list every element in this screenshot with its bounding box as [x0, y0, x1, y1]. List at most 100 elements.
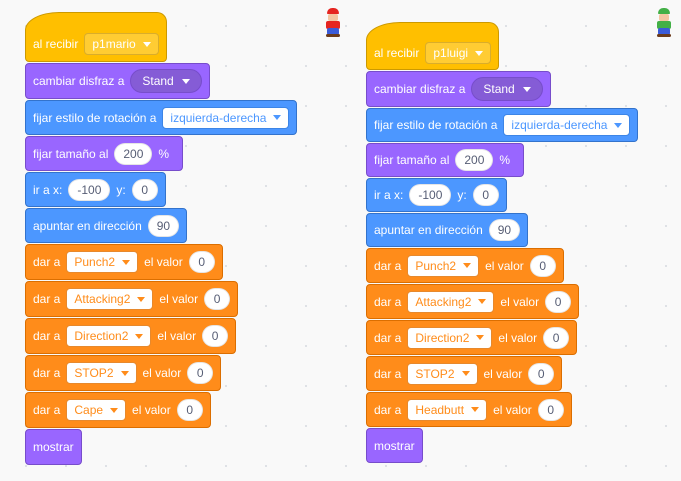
direction-input[interactable]: 90: [147, 214, 180, 237]
variable-dropdown[interactable]: Headbutt: [407, 398, 488, 421]
variable-dropdown[interactable]: STOP2: [407, 362, 478, 385]
set-variable-block[interactable]: dar a Attacking2 el valor 0: [366, 284, 580, 319]
direction-input[interactable]: 90: [488, 219, 521, 241]
go-to-xy-block[interactable]: ir a x: -100 y: 0: [25, 172, 166, 207]
block-label: fijar tamaño al: [33, 146, 109, 161]
set-variable-block[interactable]: dar a Attacking2 el valor 0: [25, 281, 239, 317]
variable-name: STOP2: [74, 366, 114, 380]
variable-name: Cape: [74, 403, 104, 417]
set-variable-block[interactable]: dar a Direction2 el valor 0: [366, 320, 578, 355]
value-label: el valor: [142, 366, 182, 380]
value-input[interactable]: 0: [204, 288, 231, 310]
set-variable-block[interactable]: dar a Punch2 el valor 0: [25, 244, 223, 280]
chevron-down-icon: [120, 370, 129, 376]
costume-name: Stand: [142, 74, 174, 88]
script-luigi[interactable]: al recibir p1luigi cambiar disfraz a Sta…: [366, 22, 639, 463]
switch-costume-block[interactable]: cambiar disfraz a Stand: [25, 63, 210, 99]
variable-dropdown[interactable]: Punch2: [407, 254, 480, 277]
value-label: el valor: [483, 366, 523, 381]
value-label: el valor: [485, 258, 524, 273]
value-input[interactable]: 0: [188, 251, 215, 273]
y-input[interactable]: 0: [472, 184, 499, 206]
set-rotation-style-block[interactable]: fijar estilo de rotación a izquierda-der…: [25, 100, 298, 135]
block-label: dar a: [33, 292, 61, 306]
set-variable-block[interactable]: dar a Direction2 el valor 0: [25, 318, 237, 354]
value-label: el valor: [159, 292, 199, 306]
variable-name: Direction2: [415, 330, 470, 345]
message-name: p1mario: [92, 37, 136, 51]
block-label: mostrar: [33, 440, 74, 454]
costume-dropdown[interactable]: Stand: [471, 77, 543, 101]
block-label: fijar estilo de rotación a: [33, 110, 157, 125]
chevron-down-icon: [142, 41, 151, 47]
rotation-style-dropdown[interactable]: izquierda-derecha: [503, 114, 631, 136]
chevron-down-icon: [476, 335, 485, 340]
variable-name: Attacking2: [74, 292, 131, 306]
set-variable-block[interactable]: dar a STOP2 el valor 0: [366, 356, 563, 391]
value-input[interactable]: 0: [529, 254, 556, 277]
block-label: dar a: [374, 402, 402, 417]
variable-dropdown[interactable]: Punch2: [66, 251, 139, 273]
value-input[interactable]: 0: [537, 398, 564, 421]
when-i-receive-block[interactable]: al recibir p1mario: [25, 12, 167, 62]
variable-dropdown[interactable]: Direction2: [66, 325, 152, 347]
switch-costume-block[interactable]: cambiar disfraz a Stand: [366, 71, 551, 107]
value-input[interactable]: 0: [543, 326, 570, 349]
y-input[interactable]: 0: [131, 178, 158, 201]
variable-dropdown[interactable]: Cape: [66, 399, 127, 421]
set-rotation-style-block[interactable]: fijar estilo de rotación a izquierda-der…: [366, 108, 639, 142]
value-input[interactable]: 0: [528, 362, 555, 385]
set-variable-block[interactable]: dar a STOP2 el valor 0: [25, 355, 222, 391]
block-label: dar a: [374, 258, 402, 273]
chevron-down-icon: [135, 333, 144, 339]
value-input[interactable]: 0: [202, 325, 229, 347]
costume-name: Stand: [483, 82, 515, 96]
chevron-down-icon: [110, 407, 119, 413]
set-size-block[interactable]: fijar tamaño al 200 %: [25, 136, 184, 171]
variable-name: Headbutt: [415, 402, 465, 417]
variable-dropdown[interactable]: Direction2: [407, 326, 493, 349]
message-dropdown[interactable]: p1luigi: [425, 42, 492, 64]
when-i-receive-block[interactable]: al recibir p1luigi: [366, 22, 500, 70]
point-in-direction-block[interactable]: apuntar en dirección 90: [25, 208, 188, 243]
x-input[interactable]: -100: [409, 184, 452, 206]
block-label: al recibir: [374, 46, 420, 60]
variable-dropdown[interactable]: Attacking2: [407, 290, 495, 313]
set-variable-block[interactable]: dar a Cape el valor 0: [25, 392, 211, 428]
show-block[interactable]: mostrar: [366, 428, 423, 463]
script-mario[interactable]: al recibir p1mario cambiar disfraz a Sta…: [25, 12, 298, 465]
percent-label: %: [499, 153, 511, 167]
block-label: al recibir: [33, 37, 79, 51]
set-variable-block[interactable]: dar a Punch2 el valor 0: [366, 248, 564, 283]
block-label: dar a: [374, 294, 402, 309]
costume-dropdown[interactable]: Stand: [130, 69, 202, 93]
variable-name: Punch2: [415, 258, 457, 273]
block-label: mostrar: [374, 438, 415, 453]
point-in-direction-block[interactable]: apuntar en dirección 90: [366, 213, 529, 247]
value-label: el valor: [132, 403, 171, 417]
message-name: p1luigi: [433, 46, 469, 60]
chevron-down-icon: [122, 259, 131, 265]
size-input[interactable]: 200: [455, 149, 494, 171]
go-to-xy-block[interactable]: ir a x: -100 y: 0: [366, 178, 507, 212]
size-input[interactable]: 200: [114, 142, 153, 165]
chevron-down-icon: [273, 115, 282, 120]
block-label: dar a: [33, 255, 61, 269]
chevron-down-icon: [461, 371, 470, 376]
value-input[interactable]: 0: [545, 290, 572, 313]
variable-dropdown[interactable]: Attacking2: [66, 288, 154, 310]
show-block[interactable]: mostrar: [25, 429, 82, 465]
rotation-style-dropdown[interactable]: izquierda-derecha: [162, 106, 290, 129]
message-dropdown[interactable]: p1mario: [84, 33, 159, 55]
variable-dropdown[interactable]: STOP2: [66, 362, 137, 384]
chevron-down-icon: [463, 263, 472, 268]
set-size-block[interactable]: fijar tamaño al 200 %: [366, 143, 525, 177]
value-input[interactable]: 0: [187, 362, 214, 384]
value-input[interactable]: 0: [176, 399, 203, 421]
block-label: dar a: [33, 366, 61, 380]
set-variable-block[interactable]: dar a Headbutt el valor 0: [366, 392, 572, 427]
x-input[interactable]: -100: [68, 178, 111, 201]
code-area[interactable]: al recibir p1mario cambiar disfraz a Sta…: [0, 0, 681, 481]
block-label: ir a x:: [374, 188, 404, 202]
luigi-sprite-icon: [655, 8, 673, 38]
